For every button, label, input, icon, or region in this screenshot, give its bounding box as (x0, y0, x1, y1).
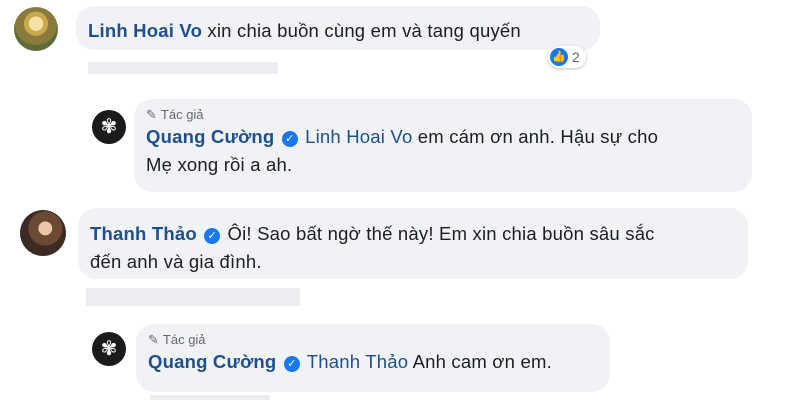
reaction-summary[interactable]: 👍 2 (548, 46, 586, 68)
verified-icon: ✓ (281, 131, 298, 147)
pencil-icon: ✎ (148, 332, 159, 347)
comment-body-line2: đến anh và gia đình. (90, 251, 262, 272)
author-badge: ✎ Tác giả (146, 106, 740, 123)
author-badge-label: Tác giả (162, 332, 206, 347)
blurred-action-links (86, 288, 300, 306)
like-icon: 👍 (550, 48, 568, 66)
comment-body: em cám ơn anh. Hậu sự cho (417, 126, 659, 147)
comment-body: Ôi! Sao bất ngờ thế này! Em xin chia buồ… (227, 223, 655, 244)
pencil-icon: ✎ (146, 107, 157, 122)
reaction-count: 2 (572, 49, 580, 65)
reply-bubble-quang-cuong: ✎ Tác giả Quang Cường ✓ Thanh Thảo Anh c… (136, 324, 610, 392)
author-name[interactable]: Quang Cường (148, 351, 276, 372)
verified-icon: ✓ (204, 228, 221, 244)
mention-link[interactable]: Thanh Thảo (307, 351, 408, 372)
avatar-linh-hoai-vo[interactable] (14, 7, 58, 51)
comment-body: Anh cam ơn em. (412, 351, 552, 372)
blurred-action-links (150, 395, 270, 400)
comment-bubble-thanh-thao: Thanh Thảo ✓ Ôi! Sao bất ngờ thế này! Em… (78, 208, 748, 279)
reply-bubble-quang-cuong: ✎ Tác giả Quang Cường ✓ Linh Hoai Vo em … (134, 99, 752, 192)
avatar-quang-cuong[interactable]: ✾ (92, 332, 126, 366)
comment-body: xin chia buồn cùng em và tang quyến (207, 20, 521, 41)
mention-link[interactable]: Linh Hoai Vo (305, 126, 412, 147)
verified-icon: ✓ (283, 356, 300, 372)
author-name[interactable]: Quang Cường (146, 126, 274, 147)
author-name[interactable]: Linh Hoai Vo (88, 20, 202, 41)
flower-icon: ✾ (100, 338, 118, 360)
comment-text: Quang Cường ✓ Thanh Thảo Anh cam ơn em. (148, 348, 598, 376)
author-badge: ✎ Tác giả (148, 331, 598, 348)
comment-text: Thanh Thảo ✓ Ôi! Sao bất ngờ thế này! Em… (90, 220, 736, 276)
blurred-action-links (88, 62, 278, 74)
author-badge-label: Tác giả (160, 107, 204, 122)
comment-text: Quang Cường ✓ Linh Hoai Vo em cám ơn anh… (146, 123, 740, 179)
flower-icon: ✾ (100, 116, 118, 138)
avatar-quang-cuong[interactable]: ✾ (92, 110, 126, 144)
comment-text: Linh Hoai Vo xin chia buồn cùng em và ta… (88, 17, 588, 45)
comment-bubble-linh-hoai-vo: Linh Hoai Vo xin chia buồn cùng em và ta… (76, 6, 600, 50)
author-name[interactable]: Thanh Thảo (90, 223, 197, 244)
avatar-thanh-thao[interactable] (20, 210, 66, 256)
comment-body-line2: Mẹ xong rồi a ah. (146, 154, 293, 175)
